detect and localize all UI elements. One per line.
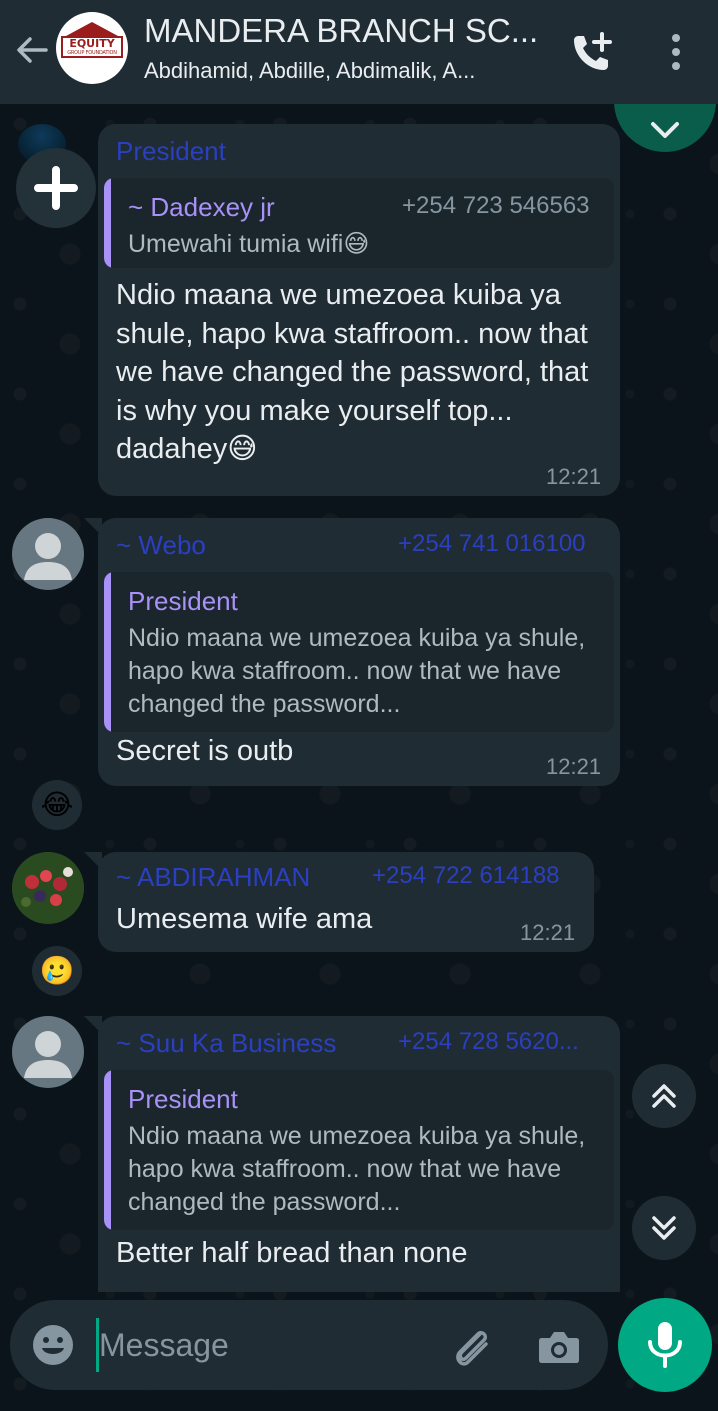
sender-avatar[interactable]	[12, 1016, 84, 1088]
logo-roof-shape	[66, 22, 118, 36]
logo-text: EQUITY	[69, 37, 115, 50]
message-time: 12:21	[546, 464, 602, 489]
sender-phone[interactable]: +254 741 016100	[398, 530, 586, 558]
default-person-icon	[24, 1031, 72, 1078]
message-bubble[interactable]: ~ Suu Ka Business +254 728 5620... Presi…	[84, 1016, 620, 1292]
quoted-message[interactable]: ~ Dadexey jr +254 723 546563 Umewahi tum…	[104, 178, 614, 268]
quoted-message[interactable]: President Ndio maana we umezoea kuiba ya…	[104, 572, 614, 732]
quote-text: Umewahi tumia wifi😅	[128, 230, 370, 258]
fruit-photo-icon	[12, 852, 84, 924]
quote-sender-name: President	[128, 586, 238, 616]
scroll-up-button[interactable]	[632, 1064, 696, 1128]
quote-bar	[104, 572, 111, 732]
add-call-button[interactable]	[568, 28, 616, 76]
sender-name[interactable]: ~ Suu Ka Business	[116, 1028, 336, 1059]
more-vert-icon	[672, 34, 680, 70]
quote-sender-name: President	[128, 1084, 238, 1114]
chat-header: EQUITY GROUP FOUNDATION MANDERA BRANCH S…	[0, 0, 718, 104]
add-call-icon	[574, 32, 612, 70]
reaction-badge[interactable]: 😂	[32, 780, 82, 830]
reaction-badge[interactable]: 🥲	[32, 946, 82, 996]
sender-avatar[interactable]	[12, 852, 84, 924]
double-chevron-down-icon	[652, 1216, 676, 1240]
message-text: Umesema wife ama	[116, 903, 373, 935]
back-arrow-icon	[17, 37, 48, 63]
attach-button[interactable]	[446, 1322, 496, 1372]
message-input[interactable]	[96, 1318, 436, 1372]
voice-message-button[interactable]	[618, 1298, 712, 1392]
equity-logo: EQUITY GROUP FOUNDATION	[61, 36, 123, 58]
sender-name[interactable]: ~ Webo	[116, 530, 206, 561]
emoji-button[interactable]	[30, 1322, 76, 1368]
message-composer	[10, 1300, 608, 1390]
message-bubble[interactable]: ~ ABDIRAHMAN +254 722 614188 Umesema wif…	[84, 852, 594, 952]
message-bubble[interactable]: ~ Webo +254 741 016100 President Ndio ma…	[84, 518, 620, 786]
quote-text: Ndio maana we umezoea kuiba ya shule, ha…	[128, 1122, 586, 1216]
microphone-icon	[648, 1322, 682, 1368]
message-time: 12:21	[546, 754, 602, 779]
sender-name[interactable]: President	[116, 136, 226, 167]
add-button[interactable]	[16, 148, 96, 228]
message-text: Better half bread than none	[116, 1237, 468, 1269]
more-options-button[interactable]	[656, 28, 696, 76]
quote-text: Ndio maana we umezoea kuiba ya shule, ha…	[128, 624, 586, 718]
chat-participants[interactable]: Abdihamid, Abdille, Abdimalik, A...	[144, 58, 544, 84]
sender-avatar[interactable]	[12, 518, 84, 590]
emoji-icon	[33, 1325, 73, 1365]
chat-title[interactable]: MANDERA BRANCH SC...	[144, 12, 544, 50]
paperclip-icon	[456, 1330, 488, 1366]
message-text: Ndio maana we umezoea kuiba ya shule, ha…	[116, 279, 589, 465]
message-list: President ~ Dadexey jr +254 723 546563 U…	[0, 104, 718, 1292]
default-person-icon	[24, 533, 72, 580]
quoted-message[interactable]: President Ndio maana we umezoea kuiba ya…	[104, 1070, 614, 1230]
message-text: Secret is outb	[116, 735, 294, 767]
quote-bar	[104, 178, 111, 268]
sender-name[interactable]: ~ ABDIRAHMAN	[116, 862, 310, 893]
group-avatar[interactable]: EQUITY GROUP FOUNDATION	[56, 12, 128, 84]
sender-phone[interactable]: +254 722 614188	[372, 862, 560, 890]
message-bubble[interactable]: President ~ Dadexey jr +254 723 546563 U…	[98, 124, 620, 496]
double-chevron-up-icon	[652, 1084, 676, 1108]
scroll-down-button[interactable]	[632, 1196, 696, 1260]
quote-sender-phone: +254 723 546563	[402, 192, 590, 219]
back-button[interactable]	[12, 30, 52, 70]
logo-subtext: GROUP FOUNDATION	[67, 50, 117, 56]
camera-icon	[539, 1332, 579, 1363]
quote-bar	[104, 1070, 111, 1230]
message-time: 12:21	[520, 920, 576, 945]
plus-icon	[34, 166, 78, 210]
sender-phone[interactable]: +254 728 5620...	[398, 1028, 579, 1056]
camera-button[interactable]	[534, 1322, 584, 1372]
quote-sender-name: ~ Dadexey jr	[128, 192, 275, 222]
